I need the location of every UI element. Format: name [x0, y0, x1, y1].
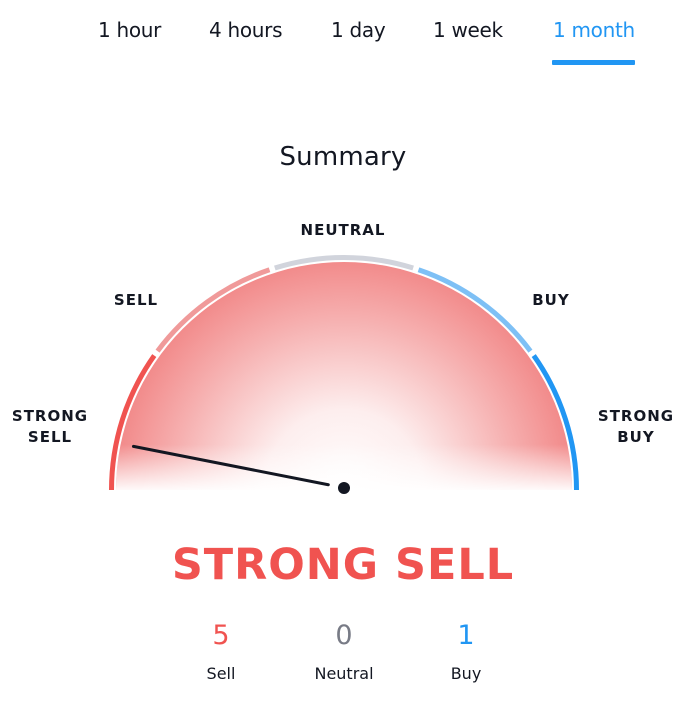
- sell-count-label: Sell: [206, 664, 236, 683]
- buy-count: 1: [457, 620, 475, 651]
- gauge-label-buy: BUY: [532, 291, 570, 309]
- gauge-label-strong-buy: STRONG BUY: [597, 407, 675, 446]
- sentiment-gauge: [109, 255, 579, 494]
- gauge-label-strong-sell: STRONG SELL: [11, 407, 89, 446]
- neutral-count: 0: [335, 620, 353, 651]
- gauge-label-sell: SELL: [113, 291, 159, 309]
- buy-count-label: Buy: [450, 664, 482, 683]
- sell-count: 5: [212, 620, 230, 651]
- needle-pivot: [338, 482, 350, 494]
- gauge-label-neutral: NEUTRAL: [300, 221, 386, 239]
- summary-verdict: STRONG SELL: [171, 540, 515, 590]
- neutral-count-label: Neutral: [314, 664, 374, 683]
